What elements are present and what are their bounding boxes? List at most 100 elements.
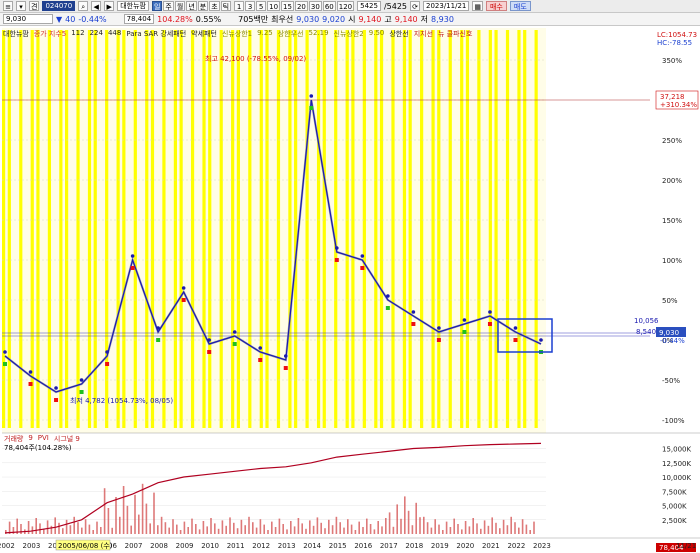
signal-marker (3, 362, 7, 366)
y-tick-label: 150% (662, 217, 682, 225)
legend-item: 112 (71, 29, 85, 37)
stock-code-input[interactable]: 024070 (42, 1, 76, 11)
highlight-band (47, 30, 52, 428)
next-icon[interactable]: ▶ (104, 1, 115, 11)
volume-bar (111, 527, 113, 534)
volume-bar (312, 525, 315, 534)
prev-icon[interactable]: ◀ (91, 1, 102, 11)
y-tick-label: -50% (662, 377, 680, 385)
volume-bar (164, 522, 167, 534)
highlight-band (219, 30, 223, 428)
buy-button[interactable]: 매수 (485, 1, 507, 11)
period-tab[interactable]: 분 (197, 1, 209, 11)
legend-item: 상한우선 (277, 30, 304, 38)
highlight-band (334, 30, 338, 428)
view-button[interactable]: 견 (29, 1, 40, 11)
highlight-band (305, 30, 309, 428)
signal-marker (105, 362, 110, 366)
interval-tab[interactable]: 60 (322, 1, 336, 11)
volume-bar (293, 526, 296, 534)
interval-tab[interactable]: 1 (234, 1, 245, 11)
legend-item: Para SAR 강세패턴 (126, 30, 187, 38)
highlight-band (362, 30, 366, 428)
volume-bar (388, 512, 391, 534)
volume-bar (255, 527, 258, 534)
highlight-band (64, 30, 69, 428)
volume-bar (411, 525, 414, 534)
y-tick-label: 200% (662, 177, 682, 185)
volume-bar (343, 527, 345, 534)
amount: 705백만 (238, 14, 269, 24)
volume-tick-label: 7,500K (662, 488, 687, 496)
volume-bar (206, 526, 208, 534)
x-end-label: 11/21 (676, 542, 696, 550)
volume-bar (282, 524, 284, 534)
highlight-band (374, 30, 378, 428)
legend-item: 종가 지수5 (33, 30, 67, 38)
x-tick-label: 2018 (405, 542, 423, 550)
price-chart[interactable]: 350%300%250%200%150%100%50%0%-50%-100%최고… (0, 28, 700, 553)
volume-bar (476, 523, 478, 534)
volume-bar (191, 518, 193, 534)
period-tab[interactable]: 년 (186, 1, 197, 11)
highlight-band (448, 30, 452, 428)
volume-bar (373, 529, 376, 534)
price-point (54, 386, 58, 390)
window-icon[interactable]: ≡ (3, 1, 13, 11)
volume-bar (69, 525, 72, 534)
volume-bar (35, 518, 37, 534)
volume-bar (115, 497, 117, 534)
volume-bar (495, 522, 497, 534)
volume-bar (81, 527, 83, 534)
low-value: 8,930 (431, 14, 454, 24)
volume-bar (168, 527, 170, 534)
price-point (28, 370, 33, 374)
volume-bar (377, 521, 379, 534)
signal-marker (79, 390, 84, 394)
chart-legend: 대한뉴팜 종가 지수5 112 224 448 Para SAR 강세패턴 약세패턴 신뉴상한… (3, 29, 472, 39)
volume-bar (267, 530, 269, 534)
volume-bar (297, 518, 300, 534)
volume-bar (92, 530, 94, 534)
calendar-icon[interactable]: ▦ (472, 1, 483, 11)
interval-tab[interactable]: 120 (336, 1, 355, 11)
volume-bar (480, 528, 482, 534)
signal-marker (411, 322, 416, 326)
menu-icon[interactable]: ▾ (16, 1, 26, 11)
volume-bar (179, 530, 182, 534)
interval-tab[interactable]: 30 (308, 1, 322, 11)
signal-marker (385, 306, 390, 310)
period-tab[interactable]: 월 (174, 1, 186, 11)
period-tab[interactable]: 초 (209, 1, 220, 11)
interval-tab[interactable]: 20 (294, 1, 308, 11)
current-pct-label: -0.44% (660, 337, 685, 345)
period-tab[interactable]: 틱 (220, 1, 232, 11)
volume-bar (96, 521, 98, 534)
volume-bar (309, 520, 311, 534)
volume-bar (426, 522, 429, 534)
interval-tab[interactable]: 3 (245, 1, 256, 11)
volume-bar (483, 520, 486, 534)
interval-tab[interactable]: 10 (267, 1, 281, 11)
refresh-icon[interactable]: ⟳ (410, 1, 420, 11)
volume-bar (65, 519, 68, 534)
search-icon[interactable]: ⌕ (78, 1, 89, 11)
volume-bar (423, 516, 425, 534)
volume-bar (244, 525, 246, 534)
highlight-band (236, 30, 240, 428)
period-tab[interactable]: 주 (163, 1, 174, 11)
volume-bar (221, 520, 224, 534)
date-input[interactable]: 2023/11/21 (423, 1, 470, 11)
sell-button[interactable]: 매도 (509, 1, 531, 11)
volume-bar (77, 522, 79, 534)
interval-tab[interactable]: 15 (281, 1, 294, 11)
volume-bar (502, 519, 505, 534)
interval-tab[interactable]: 5 (256, 1, 267, 11)
price-point (335, 246, 339, 250)
price-value: 9,030 (3, 14, 53, 24)
volume-bar (445, 521, 448, 534)
period-tab[interactable]: 일 (151, 1, 163, 11)
open-value: 9,140 (358, 14, 382, 24)
count-input[interactable]: 5425 (357, 1, 381, 11)
volume-bar (491, 517, 493, 534)
